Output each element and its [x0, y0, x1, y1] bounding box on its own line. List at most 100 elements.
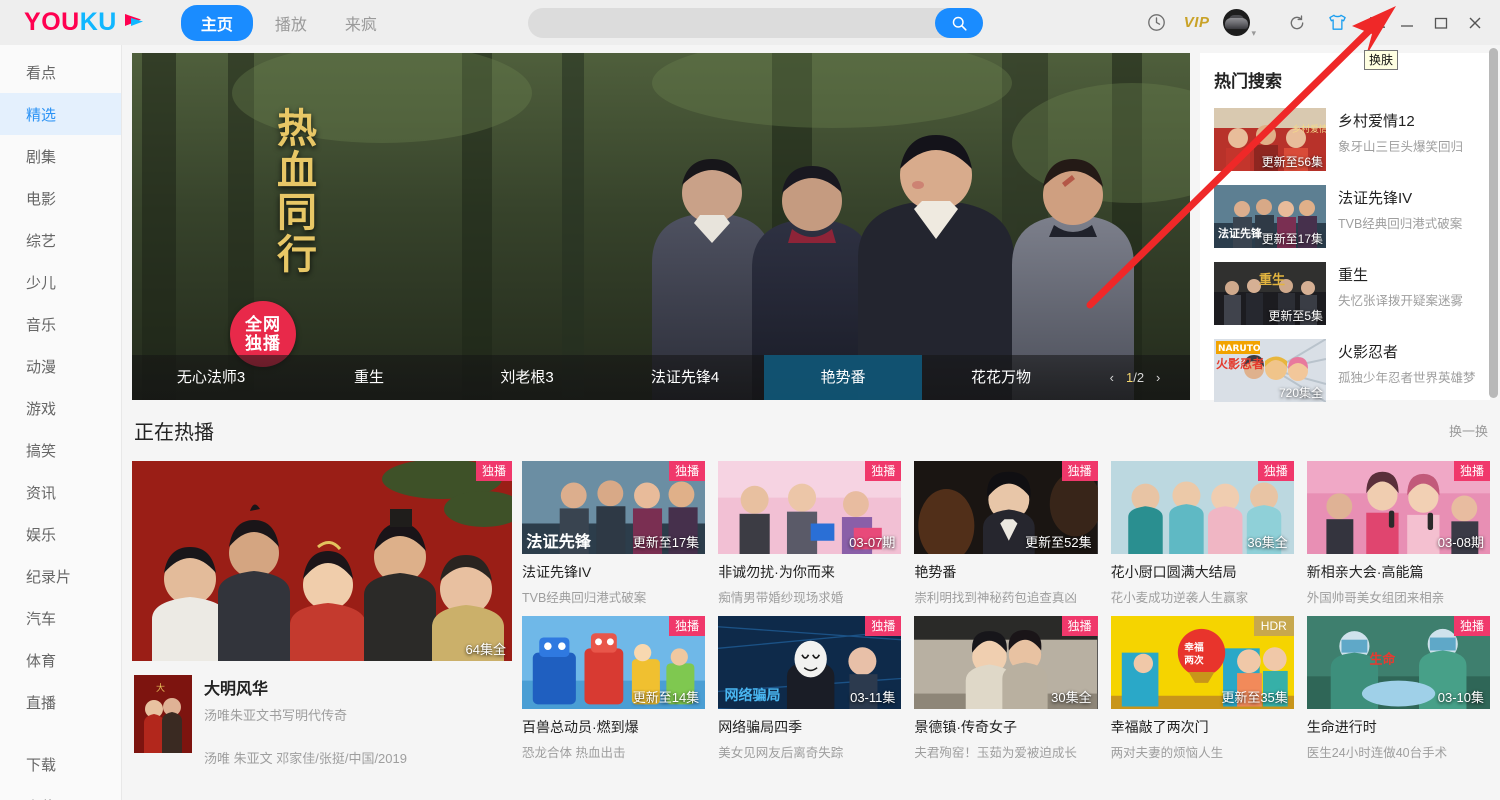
sidebar-label: 剧集	[26, 148, 57, 166]
featured-text: 大明风华 汤唯朱亚文书写明代传奇 汤唯 朱亚文 邓家佳/张挺/中国/2019	[204, 675, 510, 767]
hot-item-title: 法证先锋IV	[1338, 190, 1413, 207]
video-card-2[interactable]: 独播 更新至52集 艳势番 崇利明找到神秘药包追查真凶	[914, 461, 1098, 606]
hero-page-indicator: 1/2	[1126, 370, 1144, 385]
maximize-button[interactable]	[1424, 0, 1458, 45]
video-card-3[interactable]: 独播 36集全 花小厨口圆满大结局 花小麦成功逆袭人生赢家	[1110, 461, 1294, 606]
search-input[interactable]	[528, 15, 935, 31]
card-thumbnail: 独播 更新至52集	[914, 461, 1098, 554]
card-thumbnail: 幸福 两次 HDR 更新至35集	[1110, 616, 1294, 709]
play-arrow-icon	[123, 11, 145, 30]
card-title: 幸福敲了两次门	[1110, 719, 1209, 735]
hot-search-item-3[interactable]: NARUTO 火影忍者 720集全 火影忍者 孤独少年忍者世界英雄梦	[1200, 333, 1490, 410]
hamburger-menu-icon[interactable]	[1364, 10, 1390, 36]
card-thumbnail: 法证先锋 独播 更新至17集	[522, 461, 706, 554]
sidebar-item-juji[interactable]: 剧集	[0, 135, 121, 177]
hot-item-title: 乡村爱情12	[1338, 113, 1415, 130]
sidebar-item-gaoxiao[interactable]: 搞笑	[0, 429, 121, 471]
card-episode-badge: 03-07期	[849, 535, 896, 550]
section-refresh-link[interactable]: 换一换	[1449, 421, 1488, 440]
hero-tab-4[interactable]: 艳势番	[764, 355, 922, 400]
hot-item-meta: 法证先锋IV TVB经典回归港式破案	[1338, 185, 1476, 248]
sidebar-item-tiyu[interactable]: 体育	[0, 639, 121, 681]
sidebar-item-yinyue[interactable]: 音乐	[0, 303, 121, 345]
video-card-6[interactable]: 网络骗局 独播 03-11集 网络骗局四季 美女见网友后离奇失踪	[718, 616, 902, 761]
nav-tab-home[interactable]: 主页	[180, 4, 253, 41]
card-subtitle: 痴情男带婚纱现场求婚	[718, 591, 844, 605]
nav-tab-laifeng[interactable]: 来疯	[329, 5, 393, 41]
sidebar-item-jilupian[interactable]: 纪录片	[0, 555, 121, 597]
hot-item-meta: 重生 失忆张译拨开疑案迷雾	[1338, 262, 1476, 325]
hero-show-title: 热 血 同 行	[237, 108, 357, 276]
sidebar-item-qiche[interactable]: 汽车	[0, 597, 121, 639]
sidebar-item-zixun[interactable]: 资讯	[0, 471, 121, 513]
card-exclusive-badge: 独播	[1061, 616, 1098, 636]
sidebar-item-zongyi[interactable]: 综艺	[0, 219, 121, 261]
card-exclusive-badge: 独播	[669, 616, 706, 636]
nav-tab-play[interactable]: 播放	[259, 5, 323, 41]
tshirt-skin-icon[interactable]	[1324, 10, 1350, 36]
sidebar-label: 资讯	[26, 484, 57, 502]
sidebar-item-upload[interactable]: 上传	[0, 785, 121, 800]
sidebar-item-yule[interactable]: 娱乐	[0, 513, 121, 555]
sidebar-item-youxi[interactable]: 游戏	[0, 387, 121, 429]
sidebar-label: 上传	[26, 796, 56, 800]
video-card-9[interactable]: 生命 独播 03-10集 生命进行时 医生24小时连做40台手术	[1306, 616, 1490, 761]
sidebar-label: 看点	[26, 64, 57, 82]
clock-history-icon[interactable]	[1144, 10, 1170, 36]
vip-button[interactable]: VIP	[1184, 14, 1210, 31]
svg-text:火影忍者: 火影忍者	[1216, 356, 1264, 371]
hero-tab-3[interactable]: 法证先锋4	[606, 355, 764, 400]
sidebar-item-dongman[interactable]: 动漫	[0, 345, 121, 387]
hot-search-item-1[interactable]: 法证先锋 更新至17集 法证先锋IV TVB经典回归港式破案	[1200, 179, 1490, 256]
card-title: 景德镇·传奇女子	[914, 719, 1018, 735]
svg-text:NARUTO: NARUTO	[1218, 344, 1261, 354]
card-hdr-badge: HDR	[1253, 616, 1294, 636]
sidebar-item-kandian[interactable]: 看点	[0, 51, 121, 93]
sidebar-item-shaoer[interactable]: 少儿	[0, 261, 121, 303]
card-thumbnail: 独播 36集全	[1110, 461, 1294, 554]
video-card-1[interactable]: 独播 03-07期 非诚勿扰·为你而来 痴情男带婚纱现场求婚	[718, 461, 902, 606]
hot-search-item-0[interactable]: 乡村爱情 更新至56集 乡村爱情12 象牙山三巨头爆笑回归	[1200, 102, 1490, 179]
chevron-right-icon[interactable]: ›	[1156, 370, 1160, 385]
nav-tabs: 主页 播放 来疯	[180, 4, 393, 41]
hero-tab-2[interactable]: 刘老根3	[448, 355, 606, 400]
chevron-left-icon[interactable]: ‹	[1110, 370, 1114, 385]
minimize-button[interactable]	[1390, 0, 1424, 45]
video-card-7[interactable]: 独播 30集全 景德镇·传奇女子 夫君殉窑！玉茹为爱被迫成长	[914, 616, 1098, 761]
hero-page-total: 2	[1136, 370, 1145, 385]
hero-tab-5[interactable]: 花花万物	[922, 355, 1080, 400]
hot-item-title: 重生	[1338, 267, 1369, 284]
hero-tab-1[interactable]: 重生	[290, 355, 448, 400]
video-card-8[interactable]: 幸福 两次 HDR 更新至35集 幸福敲了两次门 两对夫妻的烦恼人生	[1110, 616, 1294, 761]
close-button[interactable]	[1458, 0, 1492, 45]
video-card-5[interactable]: 独播 更新至14集 百兽总动员·燃到爆 恐龙合体 热血出击	[522, 616, 706, 761]
video-card-4[interactable]: 独播 03-08期 新相亲大会·高能篇 外国帅哥美女组团来相亲	[1306, 461, 1490, 606]
svg-text:重生: 重生	[1259, 272, 1285, 288]
sidebar-item-jingxuan[interactable]: 精选	[0, 93, 121, 135]
card-title: 花小厨口圆满大结局	[1110, 564, 1237, 580]
search-button[interactable]	[935, 8, 983, 38]
user-avatar[interactable]	[1223, 9, 1251, 36]
hero-carousel[interactable]: 热 血 同 行 全网 独播 无心法师3 重生 刘老根3 法证先锋4 艳势番 花花…	[132, 53, 1190, 400]
scrollbar-thumb[interactable]	[1489, 48, 1498, 398]
main-content: 热 血 同 行 全网 独播 无心法师3 重生 刘老根3 法证先锋4 艳势番 花花…	[122, 45, 1500, 800]
svg-text:乡村爱情: 乡村爱情	[1292, 123, 1326, 135]
hot-search-item-2[interactable]: 重生 更新至5集 重生 失忆张译拨开疑案迷雾	[1200, 256, 1490, 333]
card-thumbnail: 独播 更新至14集	[522, 616, 706, 709]
card-subtitle: 夫君殉窑！玉茹为爱被迫成长	[914, 746, 1077, 760]
card-title: 艳势番	[914, 564, 957, 580]
hot-episode-badge: 更新至5集	[1268, 309, 1323, 323]
chevron-down-icon[interactable]: ▾	[1251, 28, 1256, 39]
youku-logo[interactable]: YOUKU	[24, 8, 145, 37]
featured-card[interactable]: 独播 64集全 大 大明风华 汤唯朱亚文书写明代传奇 汤唯 朱亚文 邓家佳/张挺…	[132, 461, 512, 767]
refresh-icon[interactable]	[1284, 10, 1310, 36]
sidebar-item-download[interactable]: 下载	[0, 743, 121, 785]
hero-title-char-2: 血	[277, 147, 317, 194]
video-card-0[interactable]: 法证先锋 独播 更新至17集 法证先锋IV TVB经典回归港式破案	[522, 461, 706, 606]
page-scrollbar[interactable]	[1489, 48, 1498, 796]
hot-thumbnail: NARUTO 火影忍者 720集全	[1214, 339, 1326, 402]
sidebar-item-zhibo[interactable]: 直播	[0, 681, 121, 723]
sidebar-item-dianying[interactable]: 电影	[0, 177, 121, 219]
hero-tab-0[interactable]: 无心法师3	[132, 355, 290, 400]
card-episode-badge: 03-11集	[850, 690, 896, 705]
